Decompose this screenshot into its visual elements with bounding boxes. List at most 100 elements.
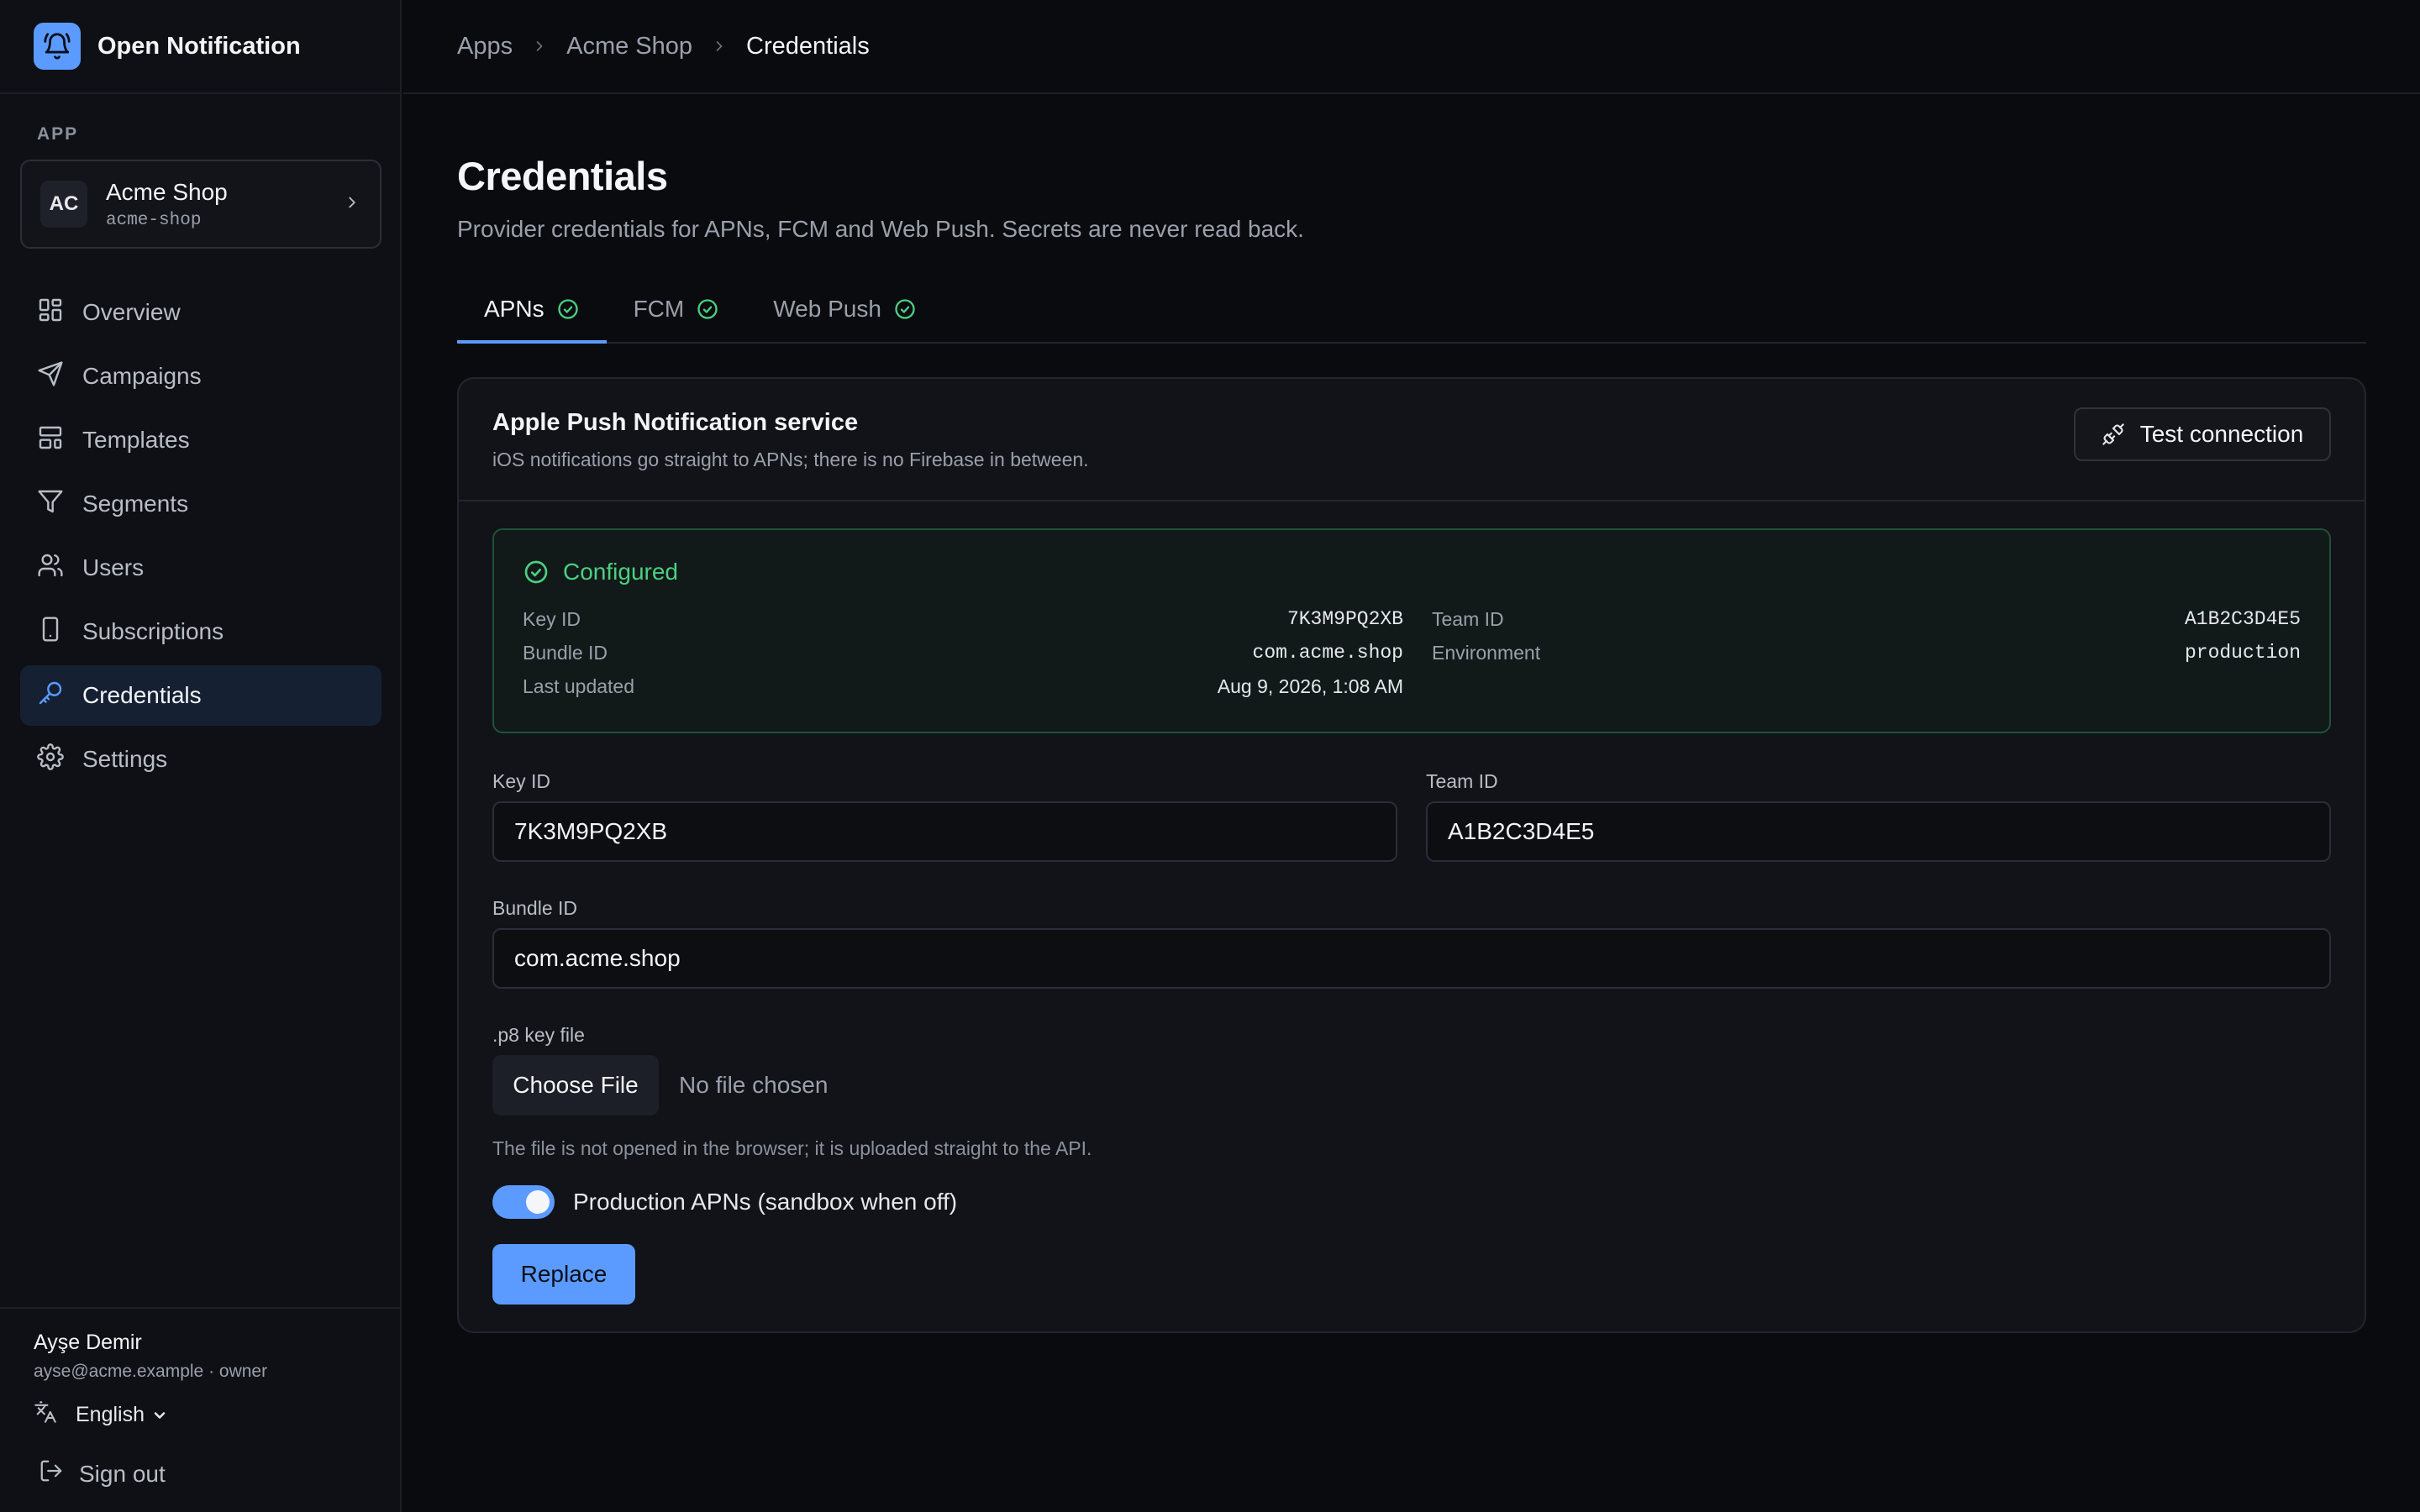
filter-icon bbox=[37, 488, 82, 521]
sidebar-item-label: Users bbox=[82, 554, 145, 580]
sidebar-item-label: Credentials bbox=[82, 682, 202, 708]
chevron-right-icon bbox=[711, 38, 728, 55]
page-title: Credentials bbox=[457, 154, 668, 198]
status-row: Team ID A1B2C3D4E5 bbox=[1432, 602, 2301, 636]
tab-label: FCM bbox=[633, 296, 685, 322]
status-row: Key ID 7K3M9PQ2XB bbox=[523, 602, 1403, 636]
file-status: No file chosen bbox=[679, 1072, 829, 1098]
logout-icon bbox=[39, 1458, 79, 1489]
check-circle-icon bbox=[684, 297, 719, 321]
translate-icon bbox=[34, 1400, 76, 1430]
sidebar-item-label: Segments bbox=[82, 491, 189, 517]
sidebar-item-label: Templates bbox=[82, 427, 190, 453]
sidebar-item-templates[interactable]: Templates bbox=[20, 410, 381, 470]
replace-button[interactable]: Replace bbox=[492, 1244, 635, 1305]
sidebar-nav: Overview Campaigns Templates Segments Us… bbox=[20, 282, 381, 793]
chevron-down-icon bbox=[151, 1407, 187, 1424]
status-row: Bundle ID com.acme.shop bbox=[523, 636, 1403, 669]
card-header: Apple Push Notification service iOS noti… bbox=[459, 379, 2365, 501]
status-value: production bbox=[2184, 642, 2301, 664]
sidebar-item-segments[interactable]: Segments bbox=[20, 474, 381, 534]
app-slug: acme-shop bbox=[106, 210, 202, 230]
sidebar-item-settings[interactable]: Settings bbox=[20, 729, 381, 790]
apns-card: Apple Push Notification service iOS noti… bbox=[457, 377, 2366, 1333]
check-circle-icon bbox=[523, 559, 563, 585]
app-switcher[interactable]: AC Acme Shop acme-shop bbox=[20, 160, 381, 249]
brand-name: Open Notification bbox=[97, 32, 301, 60]
language-label: English bbox=[76, 1403, 145, 1426]
tab-web-push[interactable]: Web Push bbox=[746, 276, 944, 342]
key-icon bbox=[37, 680, 82, 712]
sidebar-item-label: Settings bbox=[82, 746, 168, 772]
status-column-right: Team ID A1B2C3D4E5 Environment productio… bbox=[1432, 602, 2301, 703]
status-key: Bundle ID bbox=[523, 641, 608, 664]
status-value: Aug 9, 2026, 1:08 AM bbox=[1217, 675, 1403, 697]
sidebar-item-subscriptions[interactable]: Subscriptions bbox=[20, 601, 381, 662]
check-circle-icon bbox=[544, 297, 580, 321]
send-icon bbox=[37, 360, 82, 393]
bell-icon bbox=[34, 23, 81, 70]
provider-tabs: APNs FCM Web Push bbox=[457, 278, 2366, 344]
production-toggle[interactable] bbox=[492, 1185, 555, 1219]
status-label: Configured bbox=[563, 559, 678, 585]
card-description: iOS notifications go straight to APNs; t… bbox=[492, 449, 1089, 470]
status-key: Environment bbox=[1431, 641, 1541, 664]
status-value: 7K3M9PQ2XB bbox=[1286, 608, 1403, 630]
app-avatar: AC bbox=[40, 181, 87, 228]
status-value: com.acme.shop bbox=[1252, 642, 1403, 664]
sign-out-button[interactable]: Sign out bbox=[34, 1458, 366, 1489]
key-id-input[interactable] bbox=[492, 801, 1397, 862]
sidebar-item-overview[interactable]: Overview bbox=[20, 282, 381, 343]
key-id-label: Key ID bbox=[492, 770, 551, 792]
user-name: Ayşe Demir bbox=[34, 1331, 142, 1354]
language-select[interactable]: English bbox=[34, 1400, 366, 1430]
breadcrumb: Apps Acme Shop Credentials bbox=[403, 0, 2420, 94]
configured-status: Configured Key ID 7K3M9PQ2XB Bundle ID c… bbox=[492, 528, 2331, 733]
status-key: Team ID bbox=[1431, 607, 1504, 630]
sign-out-label: Sign out bbox=[79, 1460, 166, 1487]
team-id-label: Team ID bbox=[1426, 770, 1498, 792]
sidebar-footer: Ayşe Demir ayse@acme.example · owner Eng… bbox=[0, 1307, 400, 1512]
choose-file-button[interactable]: Choose File bbox=[492, 1055, 659, 1116]
test-connection-button[interactable]: Test connection bbox=[2074, 407, 2331, 461]
brand[interactable]: Open Notification bbox=[0, 0, 400, 94]
chevron-right-icon bbox=[531, 38, 548, 55]
status-key: Last updated bbox=[523, 675, 635, 697]
gear-icon bbox=[37, 743, 82, 776]
breadcrumb-app[interactable]: Acme Shop bbox=[566, 33, 692, 60]
plug-icon bbox=[2102, 423, 2140, 446]
chevron-right-icon bbox=[343, 191, 361, 218]
bundle-id-label: Bundle ID bbox=[492, 897, 578, 919]
status-row: Last updated Aug 9, 2026, 1:08 AM bbox=[523, 669, 1403, 703]
tab-label: APNs bbox=[484, 296, 544, 322]
section-label: APP bbox=[37, 124, 79, 144]
main-content: Credentials Provider credentials for APN… bbox=[457, 94, 2366, 1333]
status-key: Key ID bbox=[523, 607, 581, 630]
phone-icon bbox=[37, 616, 82, 648]
production-toggle-label: Production APNs (sandbox when off) bbox=[573, 1189, 958, 1215]
team-id-input[interactable] bbox=[1426, 801, 2331, 862]
card-title: Apple Push Notification service bbox=[492, 409, 859, 436]
users-icon bbox=[37, 552, 82, 585]
dashboard-icon bbox=[37, 297, 82, 329]
status-value: A1B2C3D4E5 bbox=[2184, 608, 2301, 630]
sidebar: Open Notification APP AC Acme Shop acme-… bbox=[0, 0, 402, 1512]
test-connection-label: Test connection bbox=[2139, 421, 2304, 447]
page-subtitle: Provider credentials for APNs, FCM and W… bbox=[457, 216, 1304, 242]
sidebar-item-credentials[interactable]: Credentials bbox=[20, 665, 381, 726]
breadcrumb-apps[interactable]: Apps bbox=[457, 33, 513, 60]
sidebar-item-label: Subscriptions bbox=[82, 618, 224, 644]
app-name: Acme Shop bbox=[106, 178, 228, 205]
sidebar-item-campaigns[interactable]: Campaigns bbox=[20, 346, 381, 407]
tab-label: Web Push bbox=[773, 296, 881, 322]
status-row: Environment production bbox=[1432, 636, 2301, 669]
file-hint: The file is not opened in the browser; i… bbox=[492, 1137, 1092, 1159]
tab-fcm[interactable]: FCM bbox=[607, 276, 747, 342]
breadcrumb-current: Credentials bbox=[746, 32, 870, 60]
sidebar-item-label: Campaigns bbox=[82, 363, 202, 389]
check-circle-icon bbox=[881, 297, 917, 321]
bundle-id-input[interactable] bbox=[492, 928, 2331, 989]
sidebar-item-label: Overview bbox=[82, 299, 181, 325]
tab-apns[interactable]: APNs bbox=[457, 276, 607, 344]
sidebar-item-users[interactable]: Users bbox=[20, 538, 381, 598]
